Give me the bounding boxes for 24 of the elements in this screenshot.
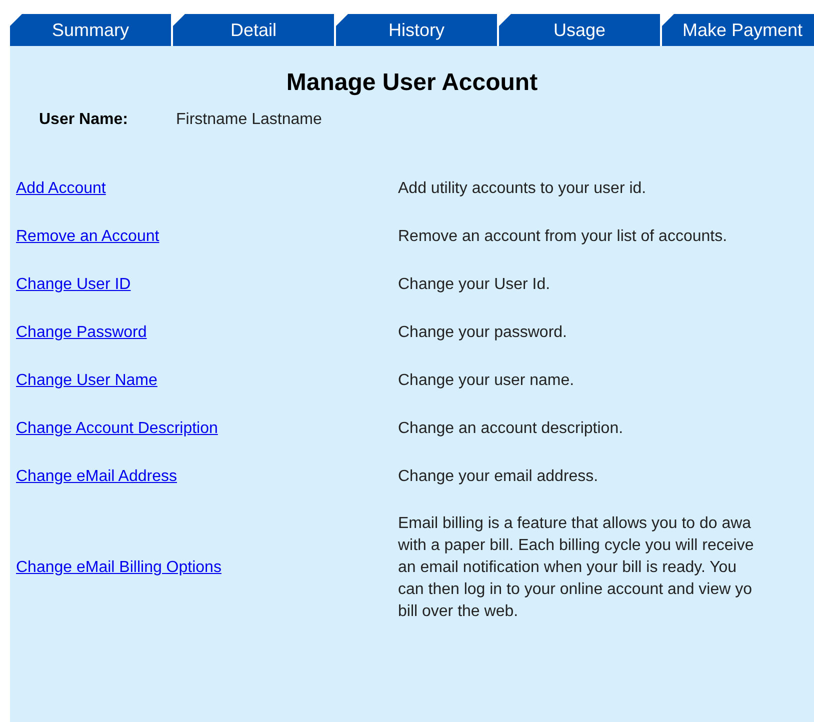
- option-description: Change your password.: [398, 323, 567, 343]
- option-description: Change an account description.: [398, 419, 624, 439]
- nav-tab[interactable]: History: [336, 14, 497, 46]
- nav-tab[interactable]: Usage: [499, 14, 660, 46]
- option-link[interactable]: Change User ID: [16, 273, 131, 297]
- option-description: Change your User Id.: [398, 275, 550, 295]
- option-description: Change your user name.: [398, 371, 574, 391]
- option-description: Email billing is a feature that allows you to do awa with a paper bill. Each billing cycle you will receive an email notification when your bill is ready. You can then log in to your online account and view yo bill over the web.: [398, 514, 754, 622]
- nav-tab[interactable]: Make Payment: [662, 14, 814, 46]
- option-link[interactable]: Change Password: [16, 321, 147, 345]
- option-description: Change your email address.: [398, 467, 598, 487]
- page-title: Manage User Account: [286, 68, 538, 98]
- option-description: Remove an account from your list of accounts.: [398, 227, 728, 247]
- user-name-value: Firstname Lastname: [176, 110, 322, 130]
- option-link[interactable]: Remove an Account: [16, 225, 160, 249]
- option-link[interactable]: Change User Name: [16, 369, 158, 393]
- option-link[interactable]: Change eMail Address: [16, 465, 177, 489]
- option-link[interactable]: Add Account: [16, 177, 106, 201]
- nav-tab[interactable]: Detail: [173, 14, 334, 46]
- nav-tab[interactable]: Summary: [10, 14, 171, 46]
- option-link[interactable]: Change Account Description: [16, 417, 218, 441]
- option-link[interactable]: Change eMail Billing Options: [16, 556, 222, 580]
- option-description: Add utility accounts to your user id.: [398, 179, 646, 199]
- field-label: User Name:: [39, 110, 129, 130]
